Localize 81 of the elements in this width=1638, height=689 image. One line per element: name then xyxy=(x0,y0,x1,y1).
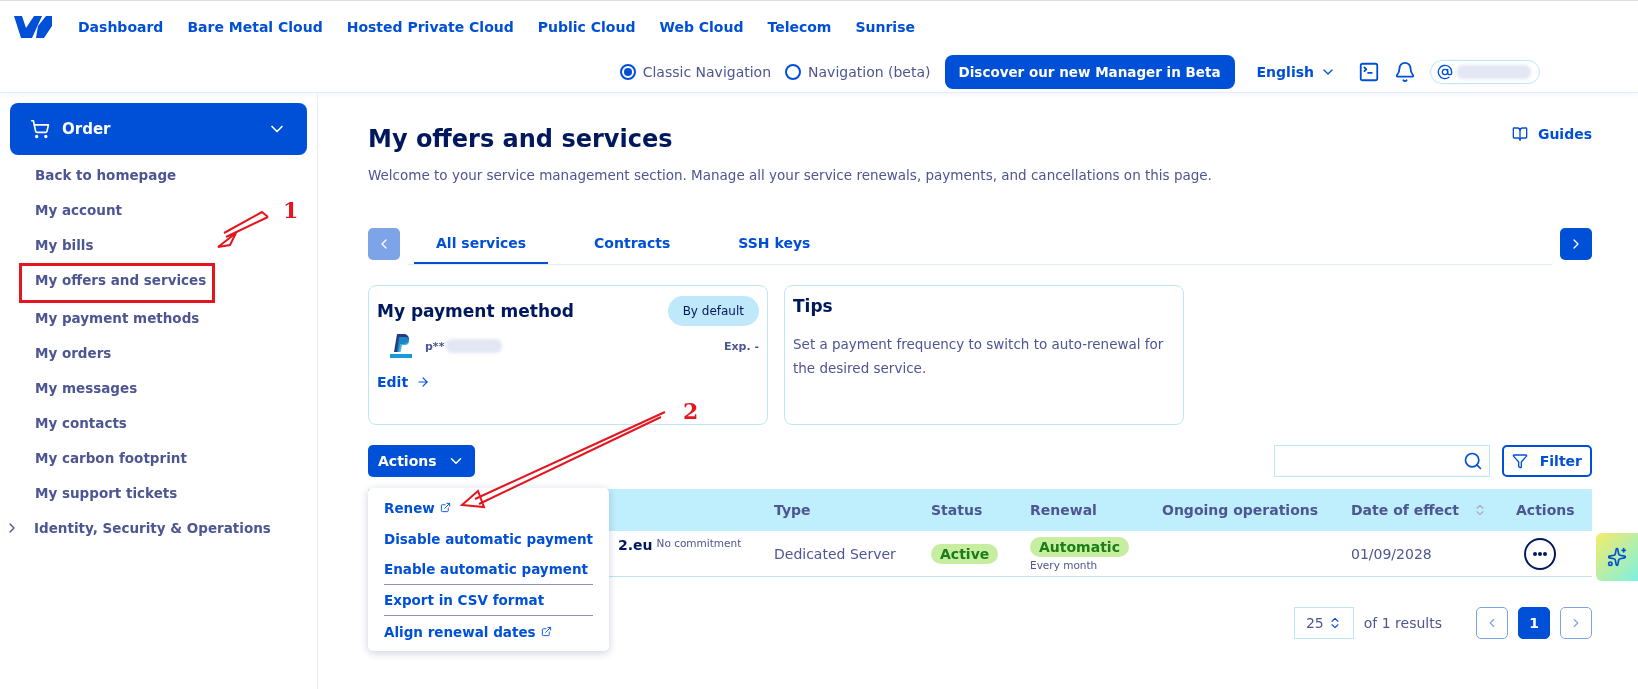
actions-button[interactable]: Actions xyxy=(368,445,475,477)
sidebar-item[interactable]: My bills xyxy=(10,229,102,264)
annotation-number: 1 xyxy=(283,197,299,223)
nav-link[interactable]: Web Cloud xyxy=(659,19,744,35)
assistant-button[interactable] xyxy=(1596,533,1638,581)
sidebar-item[interactable]: Back to homepage xyxy=(10,159,185,194)
commitment-text: No commitment xyxy=(656,537,742,549)
nav-link[interactable]: Hosted Private Cloud xyxy=(346,19,514,35)
results-count: of 1 results xyxy=(1363,615,1442,631)
menu-item[interactable]: Align renewal dates xyxy=(384,616,593,647)
sidebar-item[interactable]: My carbon footprint xyxy=(10,442,195,477)
column-header: Date of effect xyxy=(1351,489,1516,531)
bell-icon[interactable] xyxy=(1394,61,1416,83)
renewal-badge: Automatic xyxy=(1030,536,1129,557)
nav-link[interactable]: Sunrise xyxy=(855,19,915,35)
guides-link[interactable]: Guides xyxy=(1511,126,1592,142)
filter-button[interactable]: Filter xyxy=(1501,445,1592,477)
expiry-text: Exp. - xyxy=(723,339,759,353)
sidebar-item[interactable]: My payment methods xyxy=(10,302,208,337)
edit-link[interactable]: Edit xyxy=(377,374,759,390)
default-badge: By default xyxy=(667,296,759,326)
sidebar-item[interactable]: My contacts xyxy=(10,407,135,442)
sidebar-item[interactable]: My support tickets xyxy=(10,477,186,512)
annotation-number: 2 xyxy=(683,398,699,424)
nav-link[interactable]: Bare Metal Cloud xyxy=(187,19,323,35)
sparkles-icon xyxy=(1607,547,1627,567)
search-field[interactable] xyxy=(1273,445,1490,477)
sidebar-item[interactable]: My messages xyxy=(10,372,146,407)
language-select[interactable]: English xyxy=(1248,64,1344,80)
user-icon xyxy=(1437,64,1453,80)
card-title: My payment method xyxy=(377,301,574,321)
arrow-right-icon xyxy=(416,375,431,389)
tab[interactable]: SSH keys xyxy=(716,223,833,264)
blurred-text xyxy=(446,339,503,353)
funnel-icon xyxy=(1511,453,1528,469)
page-size-select[interactable]: 25 xyxy=(1293,607,1354,639)
page-subtitle: Welcome to your service management section. Manage all your service renewals, payments, and cancellations on this page. xyxy=(368,167,1213,183)
beta-button[interactable]: Discover our new Manager in Beta xyxy=(944,55,1235,89)
menu-item[interactable]: Renew xyxy=(384,492,593,523)
search-icon xyxy=(1462,451,1483,471)
tip-text: Set a payment frequency to switch to auto-renewal for the desired service. xyxy=(793,335,1165,378)
column-header: Type xyxy=(774,489,931,531)
column-header: Actions xyxy=(1516,489,1592,531)
column-header: Status xyxy=(931,489,1030,531)
book-icon xyxy=(1511,126,1528,142)
menu-item[interactable]: Export in CSV format xyxy=(384,585,593,616)
cart-icon xyxy=(30,119,50,139)
more-button[interactable] xyxy=(1524,537,1556,570)
menu-item[interactable]: Enable automatic payment xyxy=(384,554,593,585)
logo-icon[interactable] xyxy=(12,14,54,40)
table-cell: 01/09/2028 xyxy=(1351,531,1516,577)
table-cell: Dedicated Server xyxy=(774,531,931,577)
order-button[interactable]: Order xyxy=(10,103,307,155)
column-header: Renewal xyxy=(1030,489,1162,531)
card-title: Tips xyxy=(793,296,834,316)
tabs-next-button[interactable] xyxy=(1560,228,1592,260)
annotation-arrow xyxy=(217,210,269,248)
tab[interactable]: All services xyxy=(414,223,549,264)
nav-link[interactable]: Public Cloud xyxy=(537,19,636,35)
sidebar-item[interactable]: My account xyxy=(10,194,130,229)
ellipsis-icon xyxy=(1533,551,1547,556)
navigation-radio[interactable]: Classic Navigation xyxy=(619,64,772,80)
account-name: p** xyxy=(425,339,445,353)
service-name: 2.eu xyxy=(618,537,653,553)
status-badge: Active xyxy=(931,543,999,564)
menu-item[interactable]: Disable automatic payment xyxy=(384,523,593,554)
page-button[interactable]: 1 xyxy=(1518,607,1550,639)
tab[interactable]: Contracts xyxy=(572,223,693,264)
renewal-period: Every month xyxy=(1030,558,1098,571)
paypal-icon xyxy=(387,332,415,360)
nav-link[interactable]: Dashboard xyxy=(78,19,164,35)
column-header: Ongoing operations xyxy=(1162,489,1351,531)
radio-indicator[interactable] xyxy=(785,64,802,80)
sidebar-item[interactable]: My orders xyxy=(10,337,120,372)
sidebar-item[interactable]: My offers and services xyxy=(20,264,215,302)
nav-link[interactable]: Telecom xyxy=(767,19,832,35)
sidebar-group[interactable]: Identity, Security & Operations xyxy=(4,512,307,544)
terminal-icon[interactable] xyxy=(1358,61,1380,83)
radio-indicator[interactable] xyxy=(619,64,636,80)
navigation-radio[interactable]: Navigation (beta) xyxy=(785,64,931,80)
page-title: My offers and services xyxy=(368,125,673,153)
